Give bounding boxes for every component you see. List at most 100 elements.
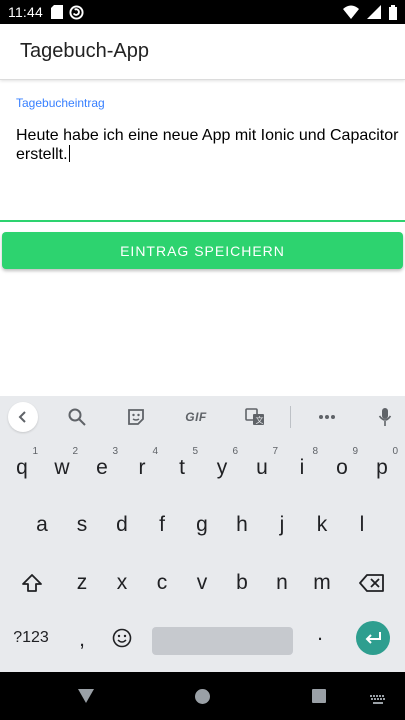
key-m[interactable]: m [304,561,340,605]
key-label: , [79,628,85,651]
comma-key[interactable]: , [64,618,100,662]
mic-icon[interactable] [374,406,396,428]
key-label: l [359,513,365,536]
key-label: o [336,456,348,479]
enter-icon [365,632,381,644]
svg-text:文: 文 [256,415,264,425]
key-label: i [299,456,305,479]
key-e[interactable]: 3e [84,446,120,490]
key-o[interactable]: 9o [324,446,360,490]
status-left-icons [51,4,84,20]
sync-icon [69,4,84,20]
key-hint: 6 [232,446,238,457]
symbols-key[interactable]: ?123 [8,616,54,660]
shift-icon [22,574,42,592]
key-k[interactable]: k [304,503,340,547]
nav-recent-apps-icon[interactable] [312,689,326,703]
key-hint: 2 [72,446,78,457]
key-v[interactable]: v [184,561,220,605]
key-z[interactable]: z [64,561,100,605]
key-label: s [76,513,88,536]
sticker-icon[interactable] [125,406,147,428]
key-label: q [16,456,28,479]
key-s[interactable]: s [64,503,100,547]
key-label: v [196,571,208,594]
key-q[interactable]: 1q [4,446,40,490]
key-label: . [317,622,323,645]
soft-keyboard: GIF 文 1q 2w 3e 4r 5t 6y 7u 8i 9o 0p a s … [0,396,405,672]
signal-icon [367,5,381,19]
key-label: c [156,571,168,594]
key-label: w [54,456,70,479]
more-icon[interactable] [316,406,338,428]
period-key[interactable]: . [302,612,338,656]
key-label: t [179,456,185,479]
key-j[interactable]: j [264,503,300,547]
backspace-icon [359,574,384,592]
key-x[interactable]: x [104,561,140,605]
keyboard-switch-icon[interactable] [370,692,386,710]
key-h[interactable]: h [224,503,260,547]
wifi-icon [343,5,359,19]
translate-icon[interactable]: 文 [244,406,266,428]
key-label: m [313,571,331,594]
key-hint: 3 [112,446,118,457]
key-c[interactable]: c [144,561,180,605]
status-time: 11:44 [8,4,43,20]
key-label: u [256,456,268,479]
key-n[interactable]: n [264,561,300,605]
key-label: a [36,513,48,536]
keyboard-toolbar: GIF 文 [0,396,405,438]
key-label: z [76,571,88,594]
key-r[interactable]: 4r [124,446,160,490]
emoji-key[interactable] [104,616,140,660]
key-label: f [159,513,165,536]
key-y[interactable]: 6y [204,446,240,490]
battery-icon [389,4,397,20]
key-f[interactable]: f [144,503,180,547]
key-hint: 0 [392,446,398,457]
app-bar: Tagebuch-App [0,24,405,80]
key-a[interactable]: a [24,503,60,547]
key-u[interactable]: 7u [244,446,280,490]
nav-back-icon[interactable] [78,689,94,708]
gif-icon[interactable]: GIF [181,406,211,428]
key-hint: 5 [192,446,198,457]
toolbar-divider [290,406,291,428]
key-hint: 4 [152,446,158,457]
key-g[interactable]: g [184,503,220,547]
status-right-icons [343,4,397,20]
sd-card-icon [51,5,63,19]
key-l[interactable]: l [344,503,380,547]
page-title: Tagebuch-App [20,40,149,62]
back-chevron-icon[interactable] [8,402,38,432]
diary-entry-textarea[interactable]: Heute habe ich eine neue App mit Ionic u… [16,126,401,164]
nav-home-icon[interactable] [195,689,210,704]
key-label: x [116,571,128,594]
key-p[interactable]: 0p [364,446,400,490]
enter-key[interactable] [356,621,390,655]
key-label: h [236,513,248,536]
key-label: b [236,571,248,594]
save-entry-button[interactable]: EINTRAG SPEICHERN [2,232,403,269]
shift-key[interactable] [14,561,50,605]
diary-entry-field[interactable]: Tagebucheintrag Heute habe ich eine neue… [0,86,405,222]
backspace-key[interactable] [354,561,390,605]
key-w[interactable]: 2w [44,446,80,490]
symbols-label: ?123 [13,629,49,646]
gif-label: GIF [185,410,207,424]
key-label: d [116,513,128,536]
key-label: e [96,456,108,479]
key-t[interactable]: 5t [164,446,200,490]
key-b[interactable]: b [224,561,260,605]
key-d[interactable]: d [104,503,140,547]
search-icon[interactable] [66,406,88,428]
diary-entry-value: Heute habe ich eine neue App mit Ionic u… [16,127,399,163]
key-hint: 1 [32,446,38,457]
key-label: j [279,513,285,536]
key-i[interactable]: 8i [284,446,320,490]
text-caret [68,145,70,162]
spacebar[interactable] [152,627,293,655]
key-label: r [138,456,146,479]
key-label: p [376,456,388,479]
